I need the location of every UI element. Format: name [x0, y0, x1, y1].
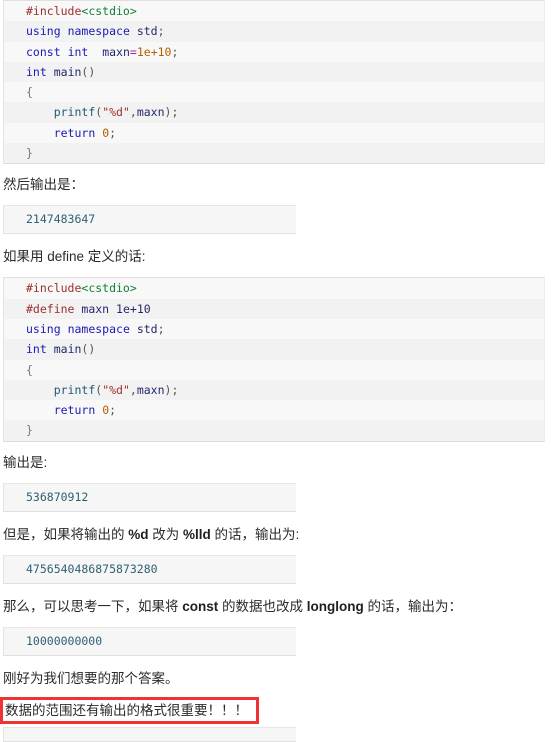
- code-block-2[interactable]: #include<cstdio> #define maxn 1e+10 usin…: [3, 277, 545, 442]
- article-body: #include<cstdio> using namespace std; co…: [0, 0, 551, 742]
- output-box-5: [3, 726, 296, 742]
- paragraph-longlong-bold-longlong: longlong: [306, 598, 364, 614]
- code-line: const int maxn=1e+10;: [26, 44, 179, 59]
- output-box-3: 4756540486875873280: [3, 554, 296, 584]
- code-block-1[interactable]: #include<cstdio> using namespace std; co…: [3, 0, 545, 165]
- paragraph-lld-prefix: 但是，如果将输出的: [3, 526, 129, 542]
- paragraph-longlong-prefix: 那么，可以思考一下，如果将: [3, 598, 183, 614]
- code-line: return 0;: [53, 403, 117, 418]
- paragraph-longlong-bold-const: const: [182, 598, 219, 614]
- code-line: #define maxn 1e+10: [4, 298, 544, 319]
- highlight-note: 数据的范围还有输出的格式很重要！！！: [0, 696, 259, 724]
- paragraph-lld-bold-d: %d: [128, 526, 149, 542]
- paragraph-longlong-middle: 的数据也改成: [218, 598, 307, 614]
- output-box-4: 10000000000: [3, 626, 296, 656]
- paragraph-lld-middle: 改为: [148, 526, 184, 542]
- highlight-note-wrap: 数据的范围还有输出的格式很重要！！！: [0, 696, 551, 724]
- paragraph-lld: 但是，如果将输出的 %d 改为 %lld 的话，输出为:: [0, 526, 551, 543]
- code-line: int main(): [4, 61, 544, 83]
- paragraph-define-intro: 如果用 define 定义的话:: [3, 249, 146, 265]
- paragraph-longlong: 那么，可以思考一下，如果将 const 的数据也改成 longlong 的话，输…: [0, 598, 551, 615]
- code-line: #include<cstdio>: [26, 281, 137, 296]
- code-line: using namespace std;: [26, 321, 165, 336]
- output-box-1: 2147483647: [3, 205, 296, 235]
- code-line: {: [26, 85, 33, 100]
- code-line: {: [26, 362, 33, 377]
- code-line: using namespace std;: [4, 21, 544, 42]
- paragraph-conclusion: 刚好为我们想要的那个答案。: [3, 670, 179, 686]
- paragraph-lld-suffix: 的话，输出为:: [210, 526, 300, 542]
- code-line: printf("%d",maxn);: [4, 379, 544, 401]
- code-line: }: [4, 420, 544, 441]
- paragraph-output-is: 输出是:: [3, 454, 48, 470]
- code-line: printf("%d",maxn);: [4, 102, 544, 123]
- code-line: #include<cstdio>: [26, 4, 137, 18]
- output-box-2: 536870912: [3, 482, 296, 512]
- code-line: }: [4, 143, 544, 164]
- paragraph-then-output: 然后输出是：: [3, 177, 84, 193]
- paragraph-lld-bold-lld: %lld: [183, 526, 211, 542]
- code-line: return 0;: [53, 125, 117, 140]
- code-line: int main(): [4, 339, 544, 360]
- paragraph-longlong-suffix: 的话，输出为：: [363, 598, 463, 614]
